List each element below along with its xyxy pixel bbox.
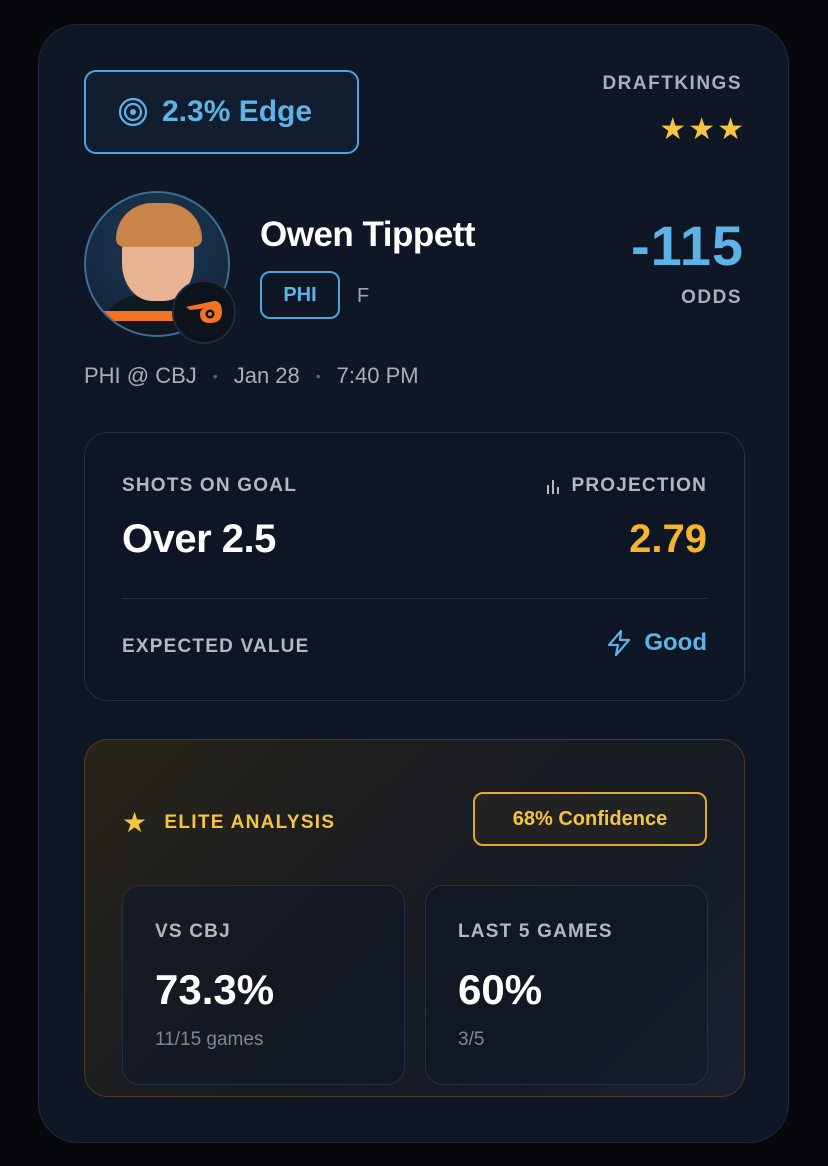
projection-value: 2.79 bbox=[629, 517, 707, 561]
stat-label: LAST 5 GAMES bbox=[458, 921, 613, 942]
team-chip: PHI bbox=[260, 271, 340, 319]
stat-value: 60% bbox=[458, 966, 543, 1013]
sportsbook-name: DRAFTKINGS bbox=[602, 73, 742, 94]
odds-label: ODDS bbox=[681, 287, 742, 308]
stat-card-last-5: LAST 5 GAMES 60% 3/5 bbox=[425, 885, 708, 1085]
projection-label: PROJECTION bbox=[545, 475, 707, 497]
target-icon bbox=[118, 97, 148, 127]
prop-line: Over 2.5 bbox=[122, 517, 276, 561]
book-rating: ★ ★ ★ bbox=[659, 115, 744, 145]
star-icon: ★ bbox=[688, 113, 716, 146]
separator-dot: • bbox=[315, 368, 321, 384]
stat-subtext: 11/15 games bbox=[155, 1029, 264, 1050]
player-name: Owen Tippett bbox=[260, 215, 476, 254]
ev-value: Good bbox=[606, 629, 707, 657]
star-icon: ★ bbox=[717, 113, 744, 146]
bet-card[interactable]: 2.3% Edge DRAFTKINGS ★ ★ ★ Owen Tippett … bbox=[38, 24, 789, 1143]
ev-label: EXPECTED VALUE bbox=[122, 636, 310, 657]
confidence-badge: 68% Confidence bbox=[473, 792, 707, 846]
stat-card-vs-opponent: VS CBJ 73.3% 11/15 games bbox=[122, 885, 405, 1085]
edge-badge: 2.3% Edge bbox=[84, 70, 359, 154]
bar-chart-icon bbox=[547, 480, 560, 494]
game-info: PHI @ CBJ • Jan 28 • 7:40 PM bbox=[84, 363, 419, 389]
player-position: F bbox=[357, 285, 370, 307]
game-date: Jan 28 bbox=[233, 363, 300, 388]
star-icon: ★ bbox=[122, 807, 149, 838]
prop-panel: SHOTS ON GOAL Over 2.5 PROJECTION 2.79 E… bbox=[84, 432, 745, 701]
divider bbox=[122, 598, 707, 599]
game-matchup: PHI @ CBJ bbox=[84, 363, 197, 388]
elite-title: ★ ELITE ANALYSIS bbox=[122, 807, 336, 838]
separator-dot: • bbox=[212, 368, 218, 384]
prop-market: SHOTS ON GOAL bbox=[122, 475, 297, 496]
game-time: 7:40 PM bbox=[336, 363, 419, 388]
stat-subtext: 3/5 bbox=[458, 1029, 485, 1050]
edge-label: 2.3% Edge bbox=[162, 95, 313, 128]
lightning-icon bbox=[608, 629, 631, 657]
flyers-logo-icon bbox=[172, 280, 236, 344]
odds-value: -115 bbox=[631, 214, 744, 277]
star-icon: ★ bbox=[659, 113, 687, 146]
elite-analysis-panel: ★ ELITE ANALYSIS 68% Confidence VS CBJ 7… bbox=[84, 739, 745, 1097]
stat-label: VS CBJ bbox=[155, 921, 231, 942]
stat-value: 73.3% bbox=[155, 966, 275, 1013]
